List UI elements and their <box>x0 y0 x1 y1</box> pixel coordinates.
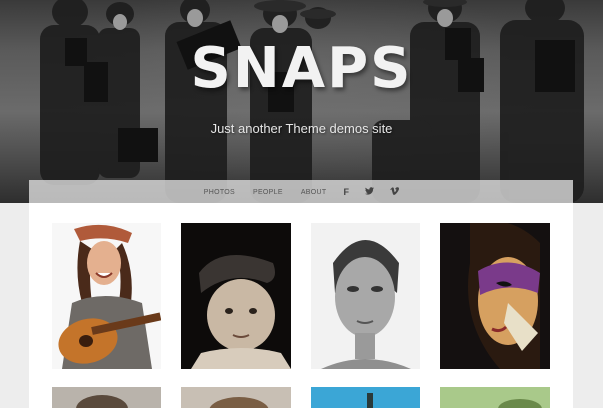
thumbnail-image <box>440 223 550 369</box>
gallery-item-water[interactable] <box>311 387 420 408</box>
thumbnail-image <box>52 223 161 369</box>
vimeo-icon[interactable] <box>390 187 400 197</box>
gallery-item-masked-face[interactable] <box>440 223 550 369</box>
nav-item-about[interactable]: ABOUT <box>301 189 327 196</box>
gallery-item-portrait[interactable] <box>181 387 291 408</box>
main-navigation: PHOTOS PEOPLE ABOUT f <box>29 180 573 204</box>
thumbnail-image <box>181 223 291 369</box>
gallery-item-boy-in-cap[interactable] <box>181 223 291 369</box>
gallery-item-portrait[interactable] <box>52 387 161 408</box>
site-tagline: Just another Theme demos site <box>210 121 393 136</box>
thumbnail-image <box>181 387 291 408</box>
site-title[interactable]: SNAPS <box>0 36 603 101</box>
nav-item-people[interactable]: PEOPLE <box>253 189 283 196</box>
facebook-icon[interactable]: f <box>343 187 349 197</box>
thumbnail-image <box>440 387 550 408</box>
gallery-item-woman-with-guitar[interactable] <box>52 223 161 369</box>
nav-item-photos[interactable]: PHOTOS <box>204 189 235 196</box>
thumbnail-image <box>311 387 420 408</box>
thumbnail-image <box>311 223 420 369</box>
hero-photo <box>40 0 584 203</box>
hero-banner: SNAPS Just another Theme demos site <box>0 0 603 203</box>
gallery-item-outdoor[interactable] <box>440 387 550 408</box>
twitter-icon[interactable] <box>365 187 375 197</box>
thumbnail-image <box>52 387 161 408</box>
gallery-item-woman-portrait[interactable] <box>311 223 420 369</box>
